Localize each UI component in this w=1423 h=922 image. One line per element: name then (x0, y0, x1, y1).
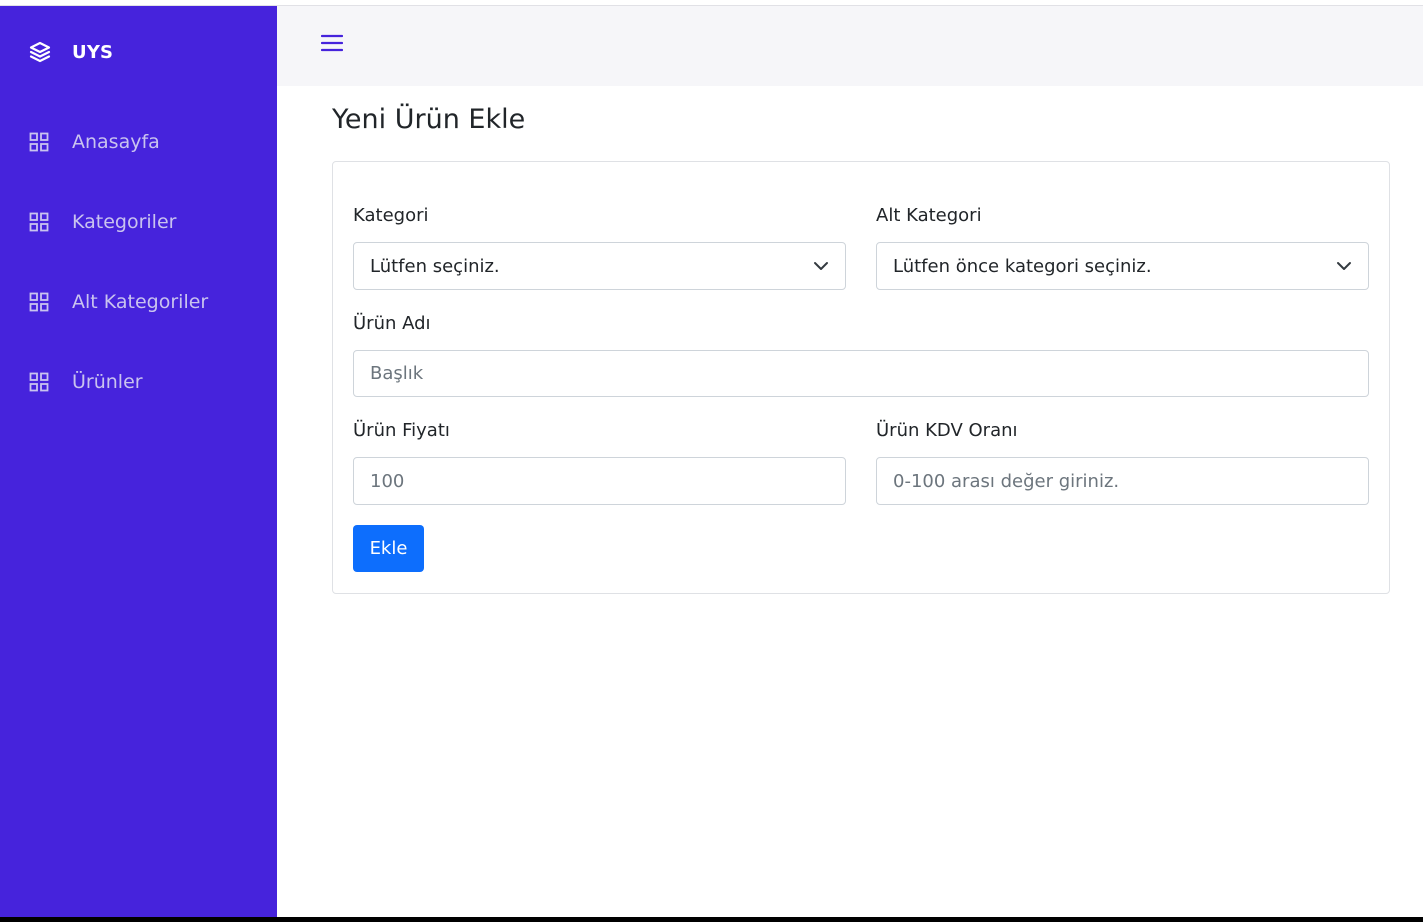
category-select[interactable]: Lütfen seçiniz. (353, 242, 846, 290)
sidebar-item-alt-kategoriler[interactable]: Alt Kategoriler (0, 262, 277, 342)
product-name-field (353, 350, 1369, 397)
sidebar-item-kategoriler[interactable]: Kategoriler (0, 182, 277, 262)
hamburger-icon[interactable] (321, 33, 343, 53)
category-selected-value: Lütfen seçiniz. (370, 255, 500, 277)
app-window: UYS Anasayfa Kategoriler Alt Kategoriler… (0, 0, 1423, 922)
category-label: Kategori (353, 205, 429, 226)
top-header (277, 6, 1423, 86)
sidebar-item-anasayfa[interactable]: Anasayfa (0, 102, 277, 182)
chevron-down-icon (1337, 262, 1351, 270)
product-name-input[interactable] (370, 363, 1352, 384)
sidebar-item-urunler[interactable]: Ürünler (0, 342, 277, 422)
sidebar-item-label: Anasayfa (72, 131, 160, 153)
brand[interactable]: UYS (28, 38, 113, 66)
grid-icon (29, 132, 49, 152)
subcategory-selected-value: Lütfen önce kategori seçiniz. (893, 255, 1152, 277)
product-price-label: Ürün Fiyatı (353, 420, 450, 441)
layers-icon (29, 41, 51, 63)
product-price-field (353, 457, 846, 505)
sidebar-item-label: Kategoriler (72, 211, 177, 233)
sidebar-nav: Anasayfa Kategoriler Alt Kategoriler Ürü… (0, 102, 277, 422)
sidebar-item-label: Ürünler (72, 371, 143, 393)
grid-icon (29, 212, 49, 232)
bottom-border (0, 917, 1423, 922)
grid-icon (29, 292, 49, 312)
add-button[interactable]: Ekle (353, 525, 424, 572)
product-price-input[interactable] (370, 470, 829, 492)
page-title: Yeni Ürün Ekle (332, 104, 526, 135)
chevron-down-icon (814, 262, 828, 270)
subcategory-label: Alt Kategori (876, 205, 982, 226)
sidebar: UYS Anasayfa Kategoriler Alt Kategoriler… (0, 6, 277, 917)
subcategory-select[interactable]: Lütfen önce kategori seçiniz. (876, 242, 1369, 290)
product-vat-field (876, 457, 1369, 505)
product-vat-label: Ürün KDV Oranı (876, 420, 1018, 441)
product-vat-input[interactable] (893, 470, 1352, 492)
grid-icon (29, 372, 49, 392)
product-name-label: Ürün Adı (353, 313, 431, 334)
add-product-form: Kategori Lütfen seçiniz. Alt Kategori Lü… (332, 161, 1390, 594)
sidebar-item-label: Alt Kategoriler (72, 291, 209, 313)
brand-name: UYS (72, 41, 114, 63)
